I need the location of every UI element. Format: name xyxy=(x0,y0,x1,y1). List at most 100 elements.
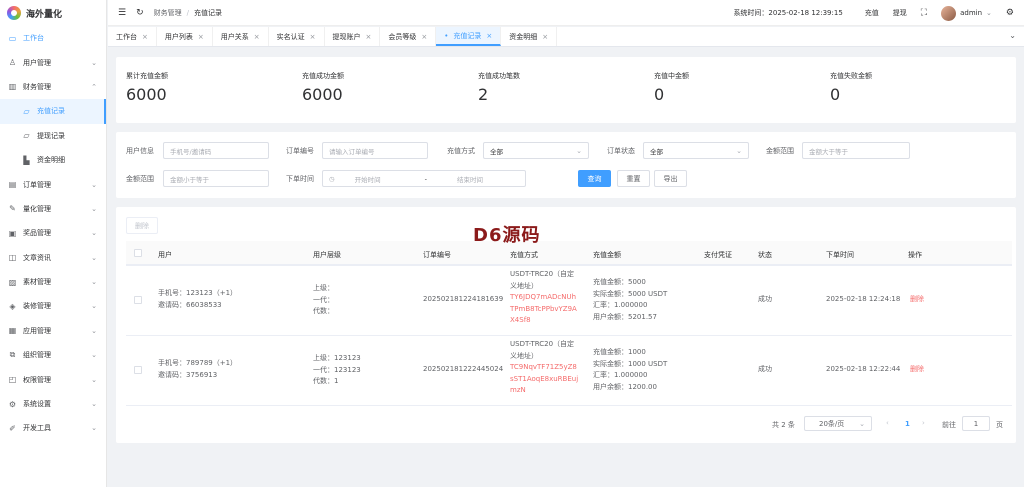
close-icon[interactable]: × xyxy=(542,33,548,41)
time-label: 下单时间 xyxy=(286,175,314,183)
row-divider xyxy=(126,265,1012,266)
order-no-cell: 202502181222445024 xyxy=(423,365,504,373)
calendar-icon: ◷ xyxy=(329,174,335,183)
sidebar-item-label: 组织管理 xyxy=(23,351,51,360)
amount-cell-line: 汇率：1.000000 xyxy=(593,301,648,309)
topbar: ☰ ↻ 财务管理 / 充值记录 系统时间：2025-02-18 12:39:15… xyxy=(108,0,1024,26)
method-select[interactable]: 全部 ⌄ xyxy=(483,142,589,159)
status-select[interactable]: 全部 ⌄ xyxy=(643,142,749,159)
amount-cell-line: 充值金额：1000 xyxy=(593,348,646,356)
export-button[interactable]: 导出 xyxy=(654,170,687,187)
goto-page-input[interactable]: 1 xyxy=(962,416,990,431)
sidebar-item[interactable]: ▭ 工作台 xyxy=(0,26,106,50)
logo[interactable]: 海外量化 xyxy=(0,0,106,26)
amount-cell-line: 充值金额：5000 xyxy=(593,278,646,286)
amount-cell-line: 实际金额：1000 USDT xyxy=(593,359,668,368)
close-icon[interactable]: × xyxy=(142,33,148,41)
sidebar-item[interactable]: ⧉ 组织管理 ⌄ xyxy=(0,343,106,367)
sidebar-item[interactable]: ▦ 应用管理 ⌄ xyxy=(0,319,106,343)
close-icon[interactable]: × xyxy=(198,33,204,41)
sidebar-item[interactable]: ▱ 提现记录 xyxy=(0,124,106,148)
tab[interactable]: 用户列表 × xyxy=(157,27,213,46)
close-icon[interactable]: × xyxy=(310,33,316,41)
current-page[interactable]: 1 xyxy=(905,420,910,428)
tab[interactable]: 实名认证 × xyxy=(269,27,325,46)
sidebar-item[interactable]: ⚙ 系统设置 ⌄ xyxy=(0,392,106,416)
amount-cell: 充值金额：1000 实际金额：1000 USDT 汇率：1.000000 用户余额：1… xyxy=(593,347,667,393)
watermark: D6源码 xyxy=(473,225,541,246)
amount-max-input[interactable]: 金额小于等于 xyxy=(163,170,269,187)
amount-min-input[interactable]: 金额大于等于 xyxy=(802,142,910,159)
address-line[interactable]: TY6JDQ7mADcNUh xyxy=(510,292,577,304)
next-page-icon[interactable]: › xyxy=(922,419,925,427)
reset-button[interactable]: 重置 xyxy=(617,170,650,187)
sidebar-item[interactable]: ✐ 开发工具 ⌄ xyxy=(0,416,106,440)
fullscreen-icon[interactable]: ⛶ xyxy=(921,8,927,18)
sidebar-item[interactable]: ◰ 权限管理 ⌄ xyxy=(0,367,106,391)
page-suffix: 页 xyxy=(996,421,1003,429)
close-icon[interactable]: × xyxy=(421,33,427,41)
close-icon[interactable]: × xyxy=(366,33,372,41)
select-all-checkbox[interactable] xyxy=(134,249,142,257)
column-header: 充值金额 xyxy=(593,251,621,259)
prev-page-icon[interactable]: ‹ xyxy=(886,419,889,427)
user-menu[interactable]: admin ⌄ xyxy=(941,5,992,21)
address-line[interactable]: sST1AoqE8xuRBEuj xyxy=(510,374,578,386)
address-line[interactable]: TPmB8TcPPbvYZ9A xyxy=(510,304,577,316)
amount-range-label: 金额范围 xyxy=(766,147,794,155)
tab[interactable]: • 充值记录 × xyxy=(436,27,502,46)
recharge-link[interactable]: 充值 xyxy=(865,8,879,18)
sidebar-item[interactable]: ▣ 奖品管理 ⌄ xyxy=(0,221,106,245)
close-icon[interactable]: × xyxy=(254,33,260,41)
address-line[interactable]: X4Sf8 xyxy=(510,315,577,327)
chevron-icon: ⌄ xyxy=(91,326,97,335)
avatar xyxy=(941,5,957,21)
level-cell-line: 上级： xyxy=(313,284,334,292)
column-header: 操作 xyxy=(908,251,922,259)
delete-button[interactable]: 删除 xyxy=(126,217,158,234)
row-checkbox[interactable] xyxy=(134,366,142,374)
breadcrumb-item[interactable]: 财务管理 xyxy=(154,8,182,18)
tab[interactable]: 提现账户 × xyxy=(325,27,381,46)
row-checkbox[interactable] xyxy=(134,296,142,304)
tab[interactable]: 工作台 × xyxy=(108,27,157,46)
tab[interactable]: 资金明细 × xyxy=(501,27,558,46)
address-line[interactable]: mzN xyxy=(510,385,578,397)
sidebar-item[interactable]: ▙ 资金明细 xyxy=(0,148,106,172)
tab-label: 资金明细 xyxy=(509,32,538,41)
permission-icon: ◰ xyxy=(8,375,17,385)
tabs-more-icon[interactable]: ⌄ xyxy=(1009,31,1016,40)
app-icon: ▦ xyxy=(8,326,17,336)
refresh-icon[interactable]: ↻ xyxy=(136,8,144,18)
page-size-select[interactable]: 20条/页 ⌄ xyxy=(804,416,872,431)
sidebar-item[interactable]: ♙ 用户管理 ⌄ xyxy=(0,50,106,74)
user-cell-line: 邀请码：66038533 xyxy=(158,300,222,309)
chevron-down-icon: ⌄ xyxy=(986,9,992,17)
sidebar-item[interactable]: ▥ 财务管理 ⌃ xyxy=(0,75,106,99)
sidebar-item[interactable]: ◫ 文章资讯 ⌄ xyxy=(0,246,106,270)
time-range-picker[interactable]: ◷ 开始时间 - 结束时间 xyxy=(322,170,526,187)
order-no-cell: 202502181224181639 xyxy=(423,295,504,303)
delete-link[interactable]: 删除 xyxy=(910,364,924,376)
query-button[interactable]: 查询 xyxy=(578,170,611,187)
sidebar-item[interactable]: ◈ 装修管理 ⌄ xyxy=(0,294,106,318)
menu-toggle-icon[interactable]: ☰ xyxy=(118,8,126,18)
settings-icon[interactable]: ⚙ xyxy=(1006,8,1014,18)
chevron-icon: ⌄ xyxy=(91,180,97,189)
tab[interactable]: 用户关系 × xyxy=(213,27,269,46)
delete-link[interactable]: 删除 xyxy=(910,294,924,306)
column-header: 订单编号 xyxy=(423,251,451,259)
sidebar-item[interactable]: ▨ 素材管理 ⌄ xyxy=(0,270,106,294)
user-info-input[interactable]: 手机号/邀请码 xyxy=(163,142,269,159)
sidebar-item[interactable]: ▱ 充值记录 xyxy=(0,99,106,124)
order-no-input[interactable]: 请输入订单编号 xyxy=(322,142,428,159)
sidebar-item[interactable]: ✎ 量化管理 ⌄ xyxy=(0,197,106,221)
logo-icon xyxy=(7,6,21,20)
sidebar-item[interactable]: ▤ 订单管理 ⌄ xyxy=(0,172,106,196)
dev-tool-icon: ✐ xyxy=(9,423,16,433)
address-line[interactable]: TC9NqvTF71Z5yZ8 xyxy=(510,362,578,374)
tab[interactable]: 会员等级 × xyxy=(380,27,437,46)
level-cell-line: 一代： xyxy=(313,295,334,304)
close-icon[interactable]: × xyxy=(486,32,492,40)
withdraw-link[interactable]: 提现 xyxy=(893,8,907,18)
